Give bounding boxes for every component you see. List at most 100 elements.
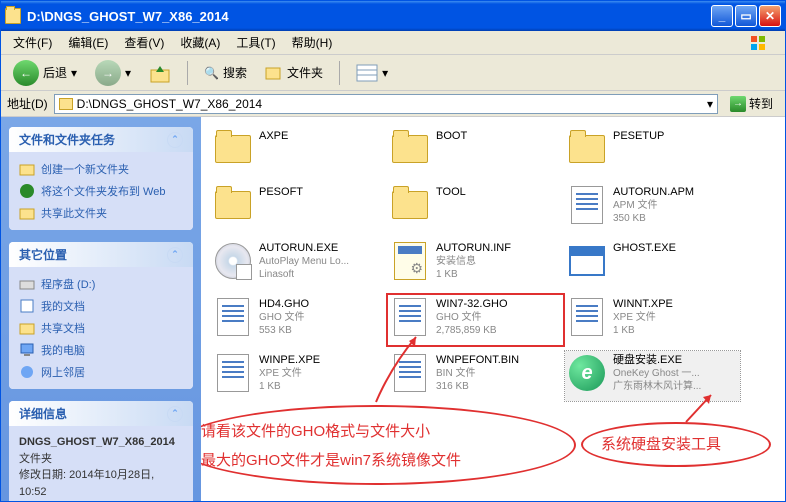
task-publish-web[interactable]: 将这个文件夹发布到 Web — [19, 180, 183, 202]
file-item[interactable]: BOOT — [388, 127, 563, 177]
file-size: Linasoft — [259, 268, 349, 281]
file-name: WINNT.XPE — [613, 297, 673, 311]
file-item[interactable]: AXPE — [211, 127, 386, 177]
chevron-down-icon: ▾ — [382, 66, 388, 80]
file-meta: GHO 文件 — [259, 311, 309, 324]
address-input[interactable]: D:\DNGS_GHOST_W7_X86_2014 ▾ — [54, 94, 718, 114]
annotation-text-2: 最大的GHO文件才是win7系统镜像文件 — [201, 449, 461, 470]
menu-favorites[interactable]: 收藏(A) — [172, 32, 228, 53]
share-icon — [19, 205, 35, 221]
maximize-button[interactable]: ▭ — [735, 5, 757, 27]
file-item[interactable]: WINNT.XPEXPE 文件1 KB — [565, 295, 740, 345]
other-shared[interactable]: 共享文档 — [19, 317, 183, 339]
annotation-oval-left — [201, 405, 576, 485]
file-item[interactable]: WINPE.XPEXPE 文件1 KB — [211, 351, 386, 401]
other-my-docs[interactable]: 我的文档 — [19, 295, 183, 317]
menu-edit[interactable]: 编辑(E) — [60, 32, 116, 53]
folder-icon — [569, 135, 605, 163]
back-button[interactable]: ← 后退 ▾ — [7, 58, 83, 88]
panel-tasks: 文件和文件夹任务 ⌃ 创建一个新文件夹 将这个文件夹发布到 Web 共享此文件夹 — [9, 127, 193, 230]
file-item[interactable]: AUTORUN.EXEAutoPlay Menu Lo...Linasoft — [211, 239, 386, 289]
file-size: 1 KB — [259, 380, 320, 393]
document-icon — [394, 354, 426, 392]
file-item[interactable]: WNPEFONT.BINBIN 文件316 KB — [388, 351, 563, 401]
other-network[interactable]: 网上邻居 — [19, 361, 183, 383]
windows-logo-icon — [749, 34, 779, 52]
onekey-icon: e — [569, 355, 605, 391]
menu-file[interactable]: 文件(F) — [5, 32, 60, 53]
folders-button[interactable]: 文件夹 — [259, 62, 329, 83]
menu-view[interactable]: 查看(V) — [116, 32, 172, 53]
back-icon: ← — [13, 60, 39, 86]
chevron-up-icon: ⌃ — [167, 132, 183, 148]
details-name: DNGS_GHOST_W7_X86_2014 — [19, 434, 183, 451]
file-item[interactable]: TOOL — [388, 183, 563, 233]
file-item[interactable]: GHOST.EXE — [565, 239, 740, 289]
file-item[interactable]: AUTORUN.INF安装信息1 KB — [388, 239, 563, 289]
chevron-down-icon[interactable]: ▾ — [707, 97, 713, 111]
file-item[interactable]: WIN7-32.GHOGHO 文件2,785,859 KB — [388, 295, 563, 345]
file-meta: GHO 文件 — [436, 311, 508, 324]
file-name: GHOST.EXE — [613, 241, 676, 255]
file-size: 316 KB — [436, 380, 519, 393]
application-icon — [569, 246, 605, 276]
folder-icon — [215, 191, 251, 219]
file-name: WIN7-32.GHO — [436, 297, 508, 311]
chevron-down-icon: ▾ — [125, 66, 131, 80]
file-size: 350 KB — [613, 212, 694, 225]
task-new-folder[interactable]: 创建一个新文件夹 — [19, 158, 183, 180]
panel-other-header[interactable]: 其它位置 ⌃ — [9, 242, 193, 267]
panel-details-header[interactable]: 详细信息 ⌃ — [9, 401, 193, 426]
inf-icon — [394, 242, 426, 280]
file-item[interactable]: AUTORUN.APMAPM 文件350 KB — [565, 183, 740, 233]
file-size: 1 KB — [613, 324, 673, 337]
close-button[interactable]: ✕ — [759, 5, 781, 27]
menu-help[interactable]: 帮助(H) — [284, 32, 341, 53]
task-share[interactable]: 共享此文件夹 — [19, 202, 183, 224]
up-button[interactable] — [143, 60, 177, 86]
details-body: DNGS_GHOST_W7_X86_2014 文件夹 修改日期: 2014年10… — [9, 426, 193, 501]
document-icon — [571, 186, 603, 224]
shared-icon — [19, 320, 35, 336]
file-size: 广东雨林木风计算... — [613, 380, 701, 393]
titlebar: D:\DNGS_GHOST_W7_X86_2014 _ ▭ ✕ — [1, 1, 785, 31]
file-meta: BIN 文件 — [436, 367, 519, 380]
panel-tasks-header[interactable]: 文件和文件夹任务 ⌃ — [9, 127, 193, 152]
other-my-computer[interactable]: 我的电脑 — [19, 339, 183, 361]
views-button[interactable]: ▾ — [350, 62, 394, 84]
file-item[interactable]: PESOFT — [211, 183, 386, 233]
file-name: TOOL — [436, 185, 466, 199]
file-size: 553 KB — [259, 324, 309, 337]
folder-icon — [392, 191, 428, 219]
file-name: AUTORUN.APM — [613, 185, 694, 199]
document-icon — [217, 354, 249, 392]
file-name: AUTORUN.EXE — [259, 241, 349, 255]
computer-icon — [19, 342, 35, 358]
addressbar: 地址(D) D:\DNGS_GHOST_W7_X86_2014 ▾ → 转到 — [1, 91, 785, 117]
go-button[interactable]: → 转到 — [724, 94, 779, 113]
other-drive-d[interactable]: 程序盘 (D:) — [19, 273, 183, 295]
search-button[interactable]: 🔍 搜索 — [198, 62, 253, 83]
address-path: D:\DNGS_GHOST_W7_X86_2014 — [77, 97, 262, 111]
file-item[interactable]: e硬盘安装.EXEOneKey Ghost 一...广东雨林木风计算... — [565, 351, 740, 401]
minimize-button[interactable]: _ — [711, 5, 733, 27]
window-title: D:\DNGS_GHOST_W7_X86_2014 — [27, 9, 711, 24]
file-list[interactable]: AXPEBOOTPESETUP PESOFT TOOL AUTORUN.APMAPM … — [201, 117, 785, 501]
menu-tools[interactable]: 工具(T) — [228, 32, 283, 53]
file-name: AUTORUN.INF — [436, 241, 511, 255]
file-meta: XPE 文件 — [259, 367, 320, 380]
file-size: 2,785,859 KB — [436, 324, 508, 337]
address-label: 地址(D) — [7, 95, 48, 112]
forward-button[interactable]: → ▾ — [89, 58, 137, 88]
menubar: 文件(F) 编辑(E) 查看(V) 收藏(A) 工具(T) 帮助(H) — [1, 31, 785, 55]
go-icon: → — [730, 96, 746, 112]
file-meta: 安装信息 — [436, 255, 511, 268]
file-item[interactable]: HD4.GHOGHO 文件553 KB — [211, 295, 386, 345]
file-name: 硬盘安装.EXE — [613, 353, 701, 367]
folder-icon — [5, 8, 21, 24]
forward-icon: → — [95, 60, 121, 86]
file-item[interactable]: PESETUP — [565, 127, 740, 177]
panel-details: 详细信息 ⌃ DNGS_GHOST_W7_X86_2014 文件夹 修改日期: … — [9, 401, 193, 501]
folder-icon — [392, 135, 428, 163]
folder-icon — [59, 98, 73, 110]
